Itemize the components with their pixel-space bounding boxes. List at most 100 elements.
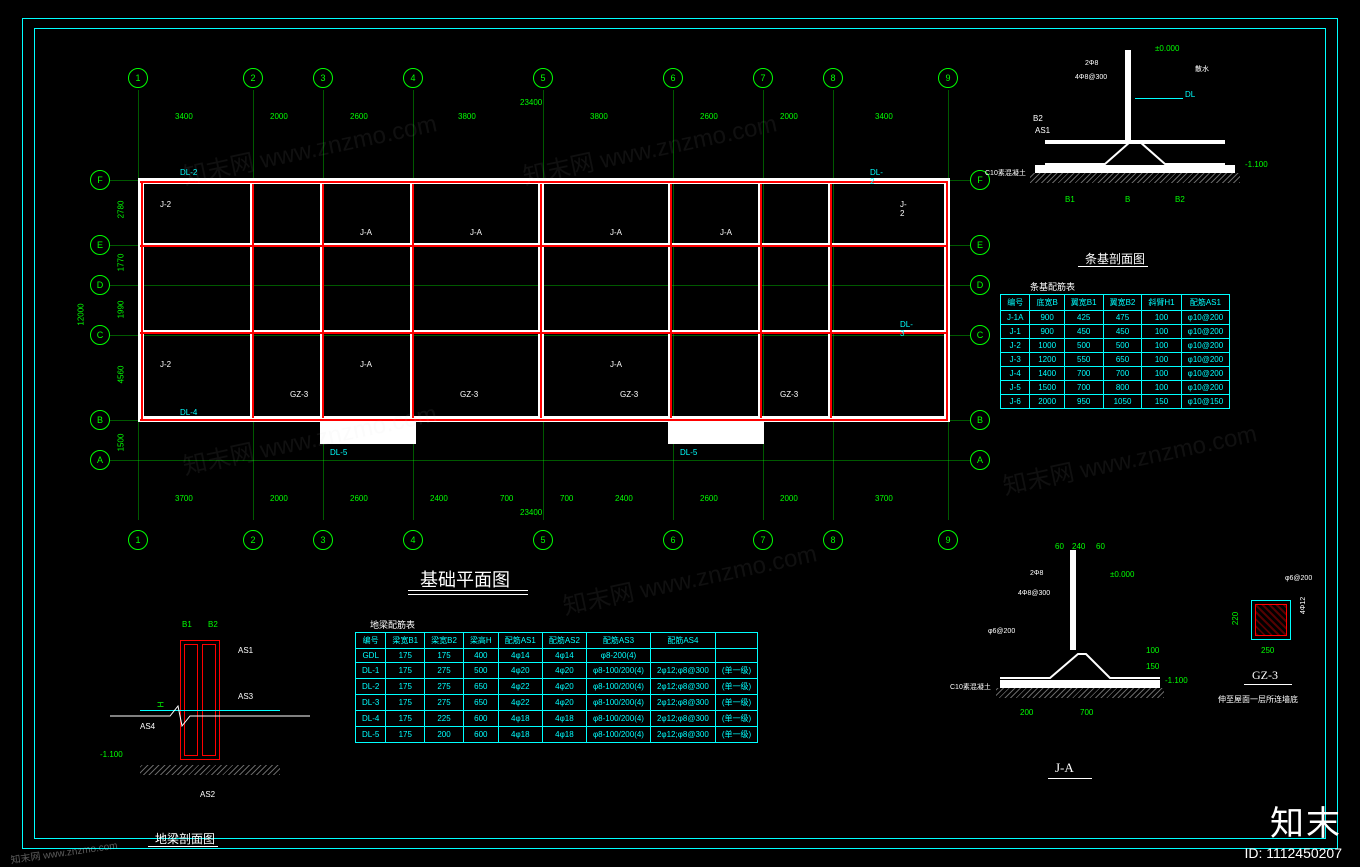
dim-xb6: 700 bbox=[560, 494, 573, 503]
dim-xb2: 2000 bbox=[270, 494, 288, 503]
dim-xb5: 700 bbox=[500, 494, 513, 503]
col-header bbox=[715, 633, 757, 649]
bar48: 4Φ8@300 bbox=[1075, 74, 1107, 81]
ja-e1: -1.100 bbox=[1165, 676, 1188, 685]
strip-sec-title: 条基剖面图 bbox=[1085, 250, 1145, 267]
dim-overall-y: 12000 bbox=[77, 303, 86, 325]
grid-row-d-l: D bbox=[90, 275, 110, 295]
dim-x2: 2000 bbox=[270, 112, 288, 121]
grid-col-4-b: 4 bbox=[403, 530, 423, 550]
dim-x7: 2000 bbox=[780, 112, 798, 121]
j2-r: J-2 bbox=[900, 200, 907, 218]
gz3-title: GZ-3 bbox=[1252, 668, 1278, 683]
b: B bbox=[1125, 195, 1130, 204]
gz3-p2: GZ-3 bbox=[460, 390, 478, 399]
dim-x1: 3400 bbox=[175, 112, 193, 121]
j2-l2: J-2 bbox=[160, 360, 171, 369]
b1-bm: B1 bbox=[182, 620, 192, 629]
grid-col-2-b: 2 bbox=[243, 530, 263, 550]
grid-row-a-l: A bbox=[90, 450, 110, 470]
dim-xb10: 3700 bbox=[875, 494, 893, 503]
grid-col-8-b: 8 bbox=[823, 530, 843, 550]
grid-col-1: 1 bbox=[128, 68, 148, 88]
gz-250: 250 bbox=[1261, 646, 1274, 655]
bar28: 2Φ8 bbox=[1085, 60, 1098, 67]
dim-y3: 1990 bbox=[116, 301, 125, 319]
dl1-label: DL-2 bbox=[180, 168, 197, 177]
dim-xb1: 3700 bbox=[175, 494, 193, 503]
dim-y5: 1500 bbox=[116, 434, 125, 452]
ja-title: J-A bbox=[1055, 760, 1074, 776]
col-header: 配筋AS1 bbox=[498, 633, 542, 649]
elev-bm: -1.100 bbox=[100, 750, 123, 759]
ja-5: J-A bbox=[360, 360, 372, 369]
dl3-label: DL-4 bbox=[180, 408, 197, 417]
b1: B1 bbox=[1065, 195, 1075, 204]
dim-x5: 3800 bbox=[590, 112, 608, 121]
dim-y1: 2780 bbox=[116, 201, 125, 219]
dl4-label-2: DL-5 bbox=[680, 448, 697, 457]
grid-col-5: 5 bbox=[533, 68, 553, 88]
ground-beam-section: B1 B2 AS1 AS3 AS4 AS2 -1.100 H bbox=[80, 610, 340, 830]
grid-row-f-l: F bbox=[90, 170, 110, 190]
gz3-detail: φ6@200 4Φ12 250 220 bbox=[1225, 580, 1335, 700]
as4-bm: AS4 bbox=[140, 722, 155, 731]
col-header: 配筋AS2 bbox=[542, 633, 586, 649]
dim-xb3: 2600 bbox=[350, 494, 368, 503]
dim-xb4: 2400 bbox=[430, 494, 448, 503]
ja-section: 60 240 60 2Φ8 4Φ8@300 φ6@200 C10素混凝土 ±0.… bbox=[960, 550, 1200, 780]
col-header: 编号 bbox=[356, 633, 386, 649]
gz3-p1: GZ-3 bbox=[290, 390, 308, 399]
grid-col-2: 2 bbox=[243, 68, 263, 88]
col-header: 梁宽B1 bbox=[386, 633, 425, 649]
grid-row-c-l: C bbox=[90, 325, 110, 345]
dim-overall-x-b: 23400 bbox=[520, 508, 542, 517]
table-row: J-620009501050150φ10@150 bbox=[1001, 395, 1230, 409]
grid-col-8: 8 bbox=[823, 68, 843, 88]
ja-4: J-A bbox=[720, 228, 732, 237]
as1-bm: AS1 bbox=[238, 646, 253, 655]
gz3-p4: GZ-3 bbox=[780, 390, 798, 399]
dim-x6: 2600 bbox=[700, 112, 718, 121]
ja-c10: C10素混凝土 bbox=[950, 682, 991, 692]
brand-id: ID: 1112450207 bbox=[1244, 845, 1342, 861]
dim-xb9: 2000 bbox=[780, 494, 798, 503]
col-header: 底宽B bbox=[1030, 295, 1064, 311]
dim-y2: 1770 bbox=[116, 254, 125, 272]
grid-col-7-b: 7 bbox=[753, 530, 773, 550]
col-header: 斜臂H1 bbox=[1142, 295, 1181, 311]
as3-bm: AS3 bbox=[238, 692, 253, 701]
dl-leader: DL bbox=[1185, 90, 1195, 99]
ja-28: 2Φ8 bbox=[1030, 570, 1043, 577]
dim-y4: 4560 bbox=[116, 366, 125, 384]
b2: B2 bbox=[1175, 195, 1185, 204]
ja-100: 100 bbox=[1146, 646, 1159, 655]
ja-700: 700 bbox=[1080, 708, 1093, 717]
brand-block: 知末 ID: 1112450207 bbox=[1244, 796, 1342, 861]
beam-table-title: 地梁配筋表 bbox=[370, 618, 415, 631]
plan-title: 基础平面图 bbox=[420, 566, 510, 592]
dim-x4: 3800 bbox=[458, 112, 476, 121]
col-header: 翼宽B2 bbox=[1103, 295, 1142, 311]
table-row: J-1A900425475100φ10@200 bbox=[1001, 311, 1230, 325]
grid-col-9: 9 bbox=[938, 68, 958, 88]
ja-1: J-A bbox=[360, 228, 372, 237]
table-row: DL-51752006004φ184φ18φ8-100/200(4)2φ12;φ… bbox=[356, 727, 758, 743]
table-row: DL-11752755004φ204φ20φ8-100/200(4)2φ12;φ… bbox=[356, 663, 758, 679]
grid-col-5-b: 5 bbox=[533, 530, 553, 550]
col-header: 梁高H bbox=[463, 633, 498, 649]
gz-220: 220 bbox=[1231, 612, 1240, 625]
ja-60r: 60 bbox=[1096, 542, 1105, 551]
ja-150: 150 bbox=[1146, 662, 1159, 671]
elev-11: -1.100 bbox=[1245, 160, 1268, 169]
grid-col-9-b: 9 bbox=[938, 530, 958, 550]
ja-2: J-A bbox=[470, 228, 482, 237]
col-header: 梁宽B2 bbox=[425, 633, 464, 649]
ja-3: J-A bbox=[610, 228, 622, 237]
grid-col-6: 6 bbox=[663, 68, 683, 88]
dim-x8: 3400 bbox=[875, 112, 893, 121]
gz-4phi12: 4Φ12 bbox=[1300, 597, 1307, 614]
col-header: 配筋AS1 bbox=[1181, 295, 1230, 311]
strip-footing-section: DL AS1 B2 ±0.000 -1.100 C10素混凝土 B1 B B2 … bbox=[985, 50, 1285, 250]
as1-label: AS1 bbox=[1035, 126, 1050, 135]
